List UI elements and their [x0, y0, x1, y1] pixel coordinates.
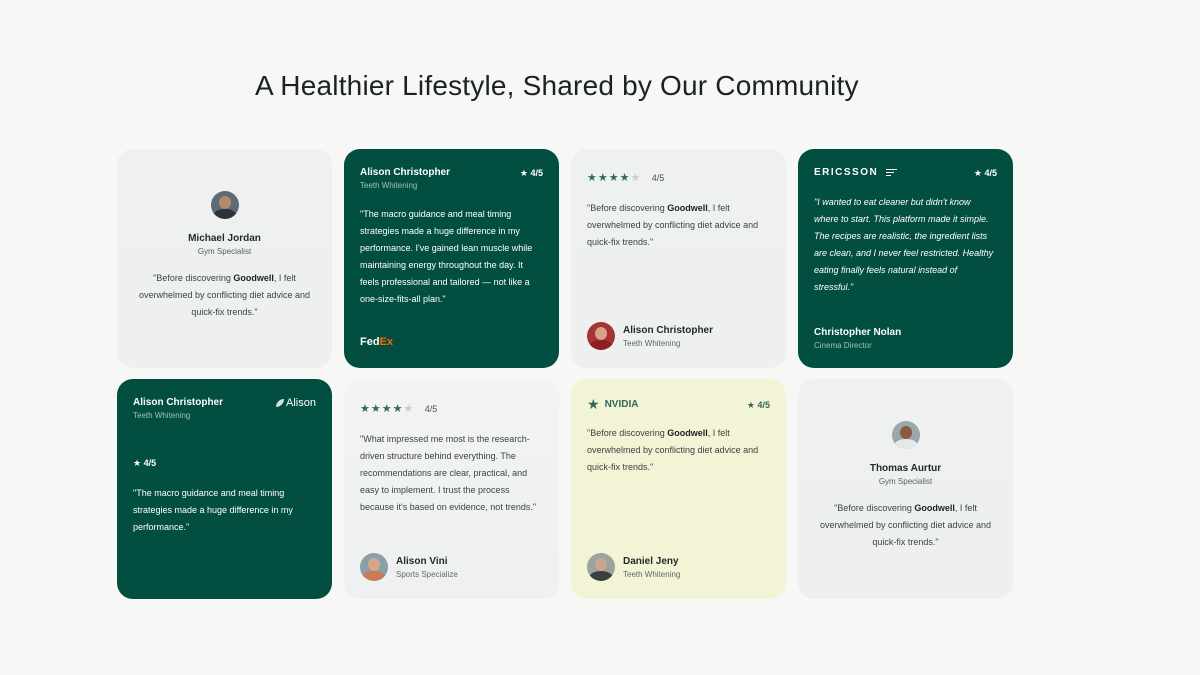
author: Christopher Nolan Cinema Director — [814, 327, 901, 350]
rating: ★ 4/5 — [746, 400, 770, 410]
star-icon: ★ — [587, 396, 600, 412]
testimonial-quote: "Before discovering Goodwell, I felt ove… — [819, 503, 992, 547]
alison-logo: Alison — [276, 397, 316, 409]
author-role: Cinema Director — [814, 341, 872, 350]
testimonial-card-daniel-jeny: ★ NVIDIA ★ 4/5 "Before discovering Goodw… — [571, 379, 786, 599]
author-role: Gym Specialist — [197, 247, 252, 256]
avatar — [891, 421, 920, 449]
avatar — [360, 553, 388, 581]
author-role: Gym Specialist — [878, 477, 933, 486]
rating: ★ 4/5 — [133, 458, 157, 468]
author-name: Christopher Nolan — [814, 327, 902, 338]
testimonial-card-thomas-aurtur: Thomas Aurtur Gym Specialist "Before dis… — [798, 379, 1013, 599]
author: Alison Vini Sports Specialize — [360, 553, 458, 581]
author-name: Alison Christopher — [623, 324, 714, 336]
avatar — [587, 553, 615, 581]
stars-icon: ★★★★★ — [587, 172, 642, 184]
author-role: Teeth Whitening — [133, 411, 191, 420]
rating: ★ 4/5 — [973, 168, 997, 178]
testimonial-card-michael-jordan: Michael Jordan Gym Specialist "Before di… — [117, 149, 332, 368]
ericsson-logo: ERICSSON — [814, 167, 997, 178]
author: Daniel Jeny Teeth Whitening — [587, 553, 680, 581]
testimonial-quote: "Before discovering Goodwell, I felt ove… — [138, 273, 311, 317]
testimonial-card-alison-christopher-2: Alison Christopher Teeth Whitening Aliso… — [117, 379, 332, 599]
author-name: Daniel Jeny — [623, 555, 679, 567]
testimonial-card-alison-vini: ★★★★★ 4/5 "What impressed me most is the… — [344, 379, 559, 599]
author-role: Sports Specialize — [396, 569, 458, 579]
stars-icon: ★★★★★ — [360, 403, 415, 415]
author-name: Michael Jordan — [188, 233, 261, 244]
testimonial-quote: "Before discovering Goodwell, I felt ove… — [587, 203, 759, 247]
fedex-logo: FedEx — [360, 336, 394, 348]
page-title: A Healthier Lifestyle, Shared by Our Com… — [255, 70, 859, 101]
leaf-icon — [276, 399, 285, 407]
testimonial-quote: "I wanted to eat cleaner but didn't know… — [814, 197, 994, 292]
star-rating: ★★★★★ 4/5 — [587, 172, 665, 184]
author-name: Thomas Aurtur — [869, 463, 942, 474]
testimonial-card-rating: ★★★★★ 4/5 "Before discovering Goodwell, … — [571, 149, 786, 368]
author-name: Alison Christopher — [360, 167, 451, 178]
nvidia-logo: ★ NVIDIA — [587, 396, 639, 412]
rating: ★ 4/5 — [519, 168, 543, 178]
testimonial-card-christopher-nolan: ERICSSON ★ 4/5 "I wanted to eat cleaner … — [798, 149, 1013, 368]
author-name: Alison Vini — [396, 555, 448, 567]
testimonials-grid: Michael Jordan Gym Specialist "Before di… — [117, 149, 1013, 599]
author-role: Teeth Whitening — [623, 569, 681, 579]
avatar — [587, 322, 615, 350]
testimonial-quote: "The macro guidance and meal timing stra… — [133, 488, 293, 532]
author: Alison Christopher Teeth Whitening — [587, 322, 713, 350]
avatar — [210, 191, 239, 219]
testimonial-quote: "What impressed me most is the research-… — [360, 434, 537, 512]
testimonial-quote: "Before discovering Goodwell, I felt ove… — [587, 428, 759, 472]
testimonial-quote: "The macro guidance and meal timing stra… — [360, 209, 533, 304]
author-role: Teeth Whitening — [360, 181, 418, 190]
author-role: Teeth Whitening — [623, 338, 681, 348]
testimonial-card-alison-christopher: Alison Christopher Teeth Whitening ★ 4/5… — [344, 149, 559, 368]
star-rating: ★★★★★ 4/5 — [360, 403, 438, 415]
menu-icon — [886, 167, 898, 178]
